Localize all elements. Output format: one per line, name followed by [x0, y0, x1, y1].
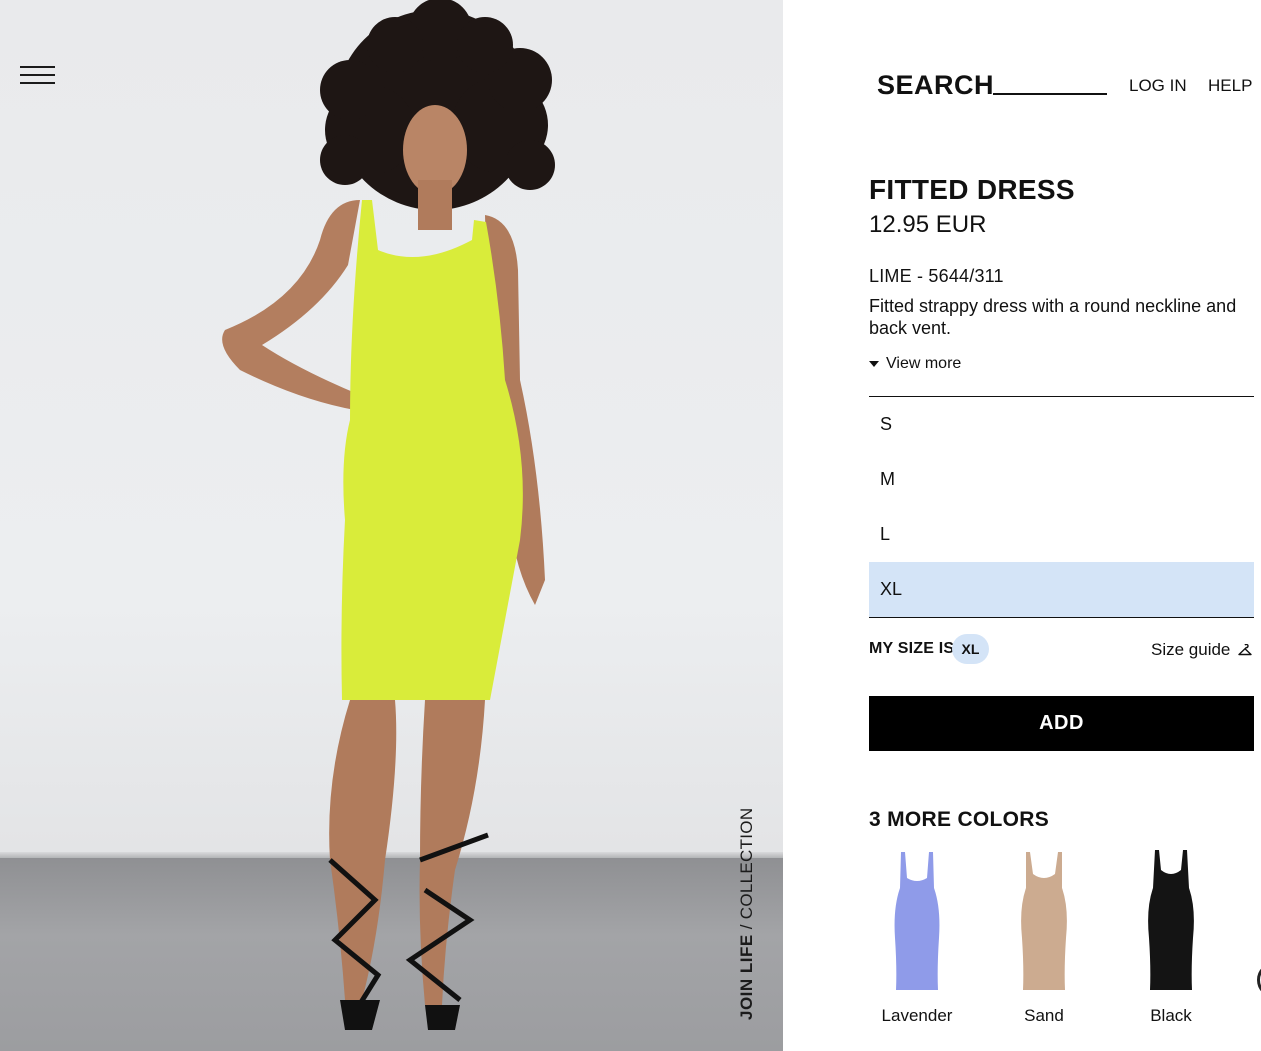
dress-thumbnail — [1148, 850, 1194, 990]
color-option-black[interactable]: Black — [1126, 848, 1216, 1025]
size-option-xl[interactable]: XL — [869, 562, 1254, 617]
color-name: Lavender — [881, 1006, 953, 1025]
product-description: Fitted strappy dress with a round neckli… — [869, 296, 1237, 338]
chat-button[interactable] — [1257, 962, 1261, 998]
collection-brand: JOIN LIFE — [737, 934, 756, 1020]
view-more-toggle[interactable]: View more — [869, 355, 961, 373]
product-photo: JOIN LIFE / COLLECTION — [0, 0, 783, 1051]
hanger-icon — [1238, 644, 1253, 656]
color-option-sand[interactable]: Sand — [999, 848, 1089, 1025]
help-link[interactable]: HELP — [1208, 76, 1252, 96]
size-guide-link[interactable]: Size guide — [1151, 640, 1253, 660]
size-label: L — [880, 524, 891, 544]
model-illustration — [222, 0, 555, 1030]
size-option-s[interactable]: S — [869, 397, 1254, 452]
menu-line — [20, 66, 55, 68]
size-option-l[interactable]: L — [869, 507, 1254, 562]
my-size-label: MY SIZE IS — [869, 640, 955, 657]
size-selector: S M L XL — [869, 396, 1254, 618]
add-to-cart-button[interactable]: ADD — [869, 696, 1254, 751]
menu-line — [20, 74, 55, 76]
color-name: Sand — [1024, 1006, 1064, 1025]
hamburger-menu-icon[interactable] — [20, 66, 55, 90]
product-title: FITTED DRESS — [869, 174, 1075, 205]
product-reference: LIME - 5644/311 — [869, 266, 1004, 286]
join-life-collection-tag: JOIN LIFE / COLLECTION — [737, 808, 757, 1020]
search-link[interactable]: SEARCH — [877, 70, 994, 101]
view-more-label: View more — [886, 355, 962, 372]
size-label: M — [880, 469, 895, 489]
my-size-badge[interactable]: XL — [952, 634, 989, 664]
size-label: XL — [880, 579, 903, 599]
search-input-underline[interactable] — [993, 93, 1107, 95]
product-price: 12.95 EUR — [869, 211, 987, 238]
size-option-m[interactable]: M — [869, 452, 1254, 507]
collection-word: COLLECTION — [737, 807, 756, 920]
size-label: S — [880, 414, 893, 434]
collection-separator: / — [737, 924, 756, 930]
size-guide-label: Size guide — [1151, 640, 1231, 659]
login-link[interactable]: LOG IN — [1129, 76, 1187, 96]
color-name: Black — [1150, 1006, 1192, 1025]
more-colors-title: 3 MORE COLORS — [869, 808, 1050, 831]
dress-thumbnail — [894, 852, 940, 990]
dress-thumbnail — [1021, 852, 1067, 990]
caret-down-icon — [869, 361, 879, 367]
color-option-lavender[interactable]: Lavender — [872, 848, 962, 1025]
menu-line — [20, 82, 55, 84]
